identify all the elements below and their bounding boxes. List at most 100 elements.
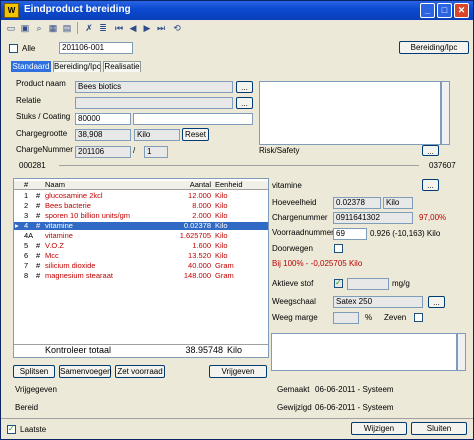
- minimize-icon[interactable]: _: [420, 3, 435, 18]
- product-field[interactable]: Bees biotics: [75, 81, 233, 93]
- col-header-eenheid: Eenheid: [215, 181, 243, 189]
- row-aantal: 0.02378: [183, 222, 211, 230]
- print-icon[interactable]: ▤: [61, 22, 73, 34]
- chargenummer-field[interactable]: 201106: [75, 146, 131, 158]
- chargenummer-label: ChargeNummer: [16, 145, 73, 154]
- row-eenheid: Kilo: [215, 202, 228, 210]
- bereiding-ipc-button[interactable]: Bereiding/Ipc: [399, 41, 469, 54]
- row-aantal: 13.520: [188, 252, 211, 260]
- table-row[interactable]: 8 # magnesium stearaat 148.000 Gram: [14, 272, 268, 280]
- doorwegen-label: Doorwegen: [272, 244, 313, 253]
- wijzigen-button[interactable]: Wijzigen: [351, 422, 407, 435]
- coating-field[interactable]: [133, 113, 253, 125]
- voorraadnummer-field[interactable]: 69: [333, 228, 367, 240]
- tab-realisatie[interactable]: Realisatie: [103, 61, 141, 72]
- relatie-label: Relatie: [16, 96, 41, 105]
- row-marker: [15, 232, 22, 240]
- main-window: W Eindproduct bereiding _ □ ✕ ▭ ▣ ⌕ ▦ ▤ …: [0, 0, 474, 440]
- row-hash: #: [36, 252, 41, 260]
- weegschaal-lookup-button[interactable]: ...: [428, 296, 445, 308]
- voorraadnummer-label: Voorraadnummer: [272, 228, 334, 237]
- row-aantal: 148.000: [183, 272, 211, 280]
- detail-notes-scrollbar[interactable]: [457, 333, 466, 371]
- chargegrootte-field[interactable]: 38,908: [75, 129, 131, 141]
- table-row[interactable]: 7 # silicium dioxide 40.000 Gram: [14, 262, 268, 270]
- row-hash: #: [36, 192, 41, 200]
- hoeveelheid-field[interactable]: 0.02378: [333, 197, 381, 209]
- search-icon[interactable]: ⌕: [33, 22, 45, 34]
- row-hash: #: [36, 222, 41, 230]
- table-row[interactable]: 6 # Mcc 13.520 Kilo: [14, 252, 268, 260]
- table-row[interactable]: 2 # Bees bacterie 8.000 Kilo: [14, 202, 268, 210]
- close-icon[interactable]: ✕: [454, 3, 469, 18]
- weegschaal-field[interactable]: Satex 250: [333, 296, 423, 308]
- alle-label: Alle: [22, 44, 36, 53]
- row-aantal: 8.000: [192, 202, 211, 210]
- chargenummer-sub-field[interactable]: 1: [144, 146, 168, 158]
- prev-record-icon[interactable]: ◀: [127, 22, 139, 34]
- table-row[interactable]: ▸ 4 # vitamine 0.02378 Kilo: [14, 222, 268, 230]
- batch-code-field[interactable]: 201106-001: [59, 42, 133, 54]
- app-logo-icon: W: [4, 3, 19, 18]
- zeven-checkbox[interactable]: [414, 313, 423, 322]
- row-aantal: 1.600: [192, 242, 211, 250]
- row-hash: #: [36, 272, 41, 280]
- tab-bereiding-ipc[interactable]: Bereiding/Ipc: [53, 61, 101, 72]
- samenvoegen-button[interactable]: Samenvoegen: [59, 365, 112, 378]
- detail-more-button[interactable]: ...: [422, 179, 439, 191]
- row-marker: [15, 252, 22, 260]
- detail-notes-panel[interactable]: [271, 333, 457, 371]
- reset-button[interactable]: Reset: [182, 128, 209, 141]
- aktieve-stof-field[interactable]: [347, 278, 389, 290]
- risk-lookup-button[interactable]: ...: [422, 145, 439, 156]
- next-record-icon[interactable]: ▶: [141, 22, 153, 34]
- notes-scrollbar[interactable]: [441, 81, 450, 145]
- weeg-marge-label: Weeg marge: [272, 313, 318, 322]
- stuks-field[interactable]: 80000: [75, 113, 131, 125]
- detail-name: vitamine: [272, 181, 302, 190]
- bottom-divider: [1, 418, 473, 419]
- table-row[interactable]: 5 # V.O.Z 1.600 Kilo: [14, 242, 268, 250]
- gemaakt-label: Gemaakt: [277, 385, 310, 394]
- table-icon[interactable]: ▦: [47, 22, 59, 34]
- vrijgeven-button[interactable]: Vrijgeven: [209, 365, 267, 378]
- title-bar: W Eindproduct bereiding _ □ ✕: [1, 1, 473, 20]
- last-record-icon[interactable]: ⏭: [155, 22, 167, 34]
- table-row[interactable]: 4A vitamine 1.625705 Kilo: [14, 232, 268, 240]
- relatie-field[interactable]: [75, 97, 233, 109]
- aktieve-stof-checkbox[interactable]: [334, 278, 343, 288]
- product-lookup-button[interactable]: ...: [236, 81, 253, 93]
- table-row[interactable]: 1 # glucosamine 2kcl 12.000 Kilo: [14, 192, 268, 200]
- delete-icon[interactable]: ✗: [83, 22, 95, 34]
- notes-panel[interactable]: [259, 81, 441, 145]
- refresh-icon[interactable]: ⟲: [171, 22, 183, 34]
- save-icon[interactable]: ▣: [19, 22, 31, 34]
- row-naam: Mcc: [45, 252, 59, 260]
- doorwegen-checkbox[interactable]: [334, 244, 343, 253]
- toolbar-divider: [77, 22, 78, 34]
- weeg-marge-field[interactable]: [333, 312, 359, 324]
- row-naam: Bees bacterie: [45, 202, 91, 210]
- table-row[interactable]: 3 # sporen 10 billion units/gm 2.000 Kilo: [14, 212, 268, 220]
- splitsen-button[interactable]: Splitsen: [13, 365, 55, 378]
- zeven-label: Zeven: [384, 313, 407, 322]
- row-eenheid: Kilo: [215, 212, 228, 220]
- voorraad-info: 0.926 (-10,163) Kilo: [370, 229, 441, 238]
- relatie-lookup-button[interactable]: ...: [236, 97, 253, 109]
- maximize-icon[interactable]: □: [437, 3, 452, 18]
- alle-checkbox[interactable]: [9, 44, 18, 53]
- sluiten-button[interactable]: Sluiten: [411, 422, 467, 435]
- row-eenheid: Gram: [215, 262, 234, 270]
- list-icon[interactable]: ≣: [97, 22, 109, 34]
- grid-footer: Kontroleer totaal 38.95748 Kilo: [14, 344, 268, 355]
- chargenummer-detail-field[interactable]: 0911641302: [333, 212, 413, 224]
- open-icon[interactable]: ▭: [5, 22, 17, 34]
- row-eenheid: Kilo: [215, 222, 228, 230]
- ingredients-grid[interactable]: # Naam Aantal Eenheid 1 # glucosamine 2kcl…: [13, 178, 269, 358]
- first-record-icon[interactable]: ⏮: [113, 22, 125, 34]
- zet-voorraad-button[interactable]: Zet voorraad: [115, 365, 165, 378]
- footer-label: Kontroleer totaal: [45, 345, 112, 355]
- row-marker: [15, 262, 22, 270]
- laatste-checkbox[interactable]: [7, 424, 16, 434]
- tab-standaard[interactable]: Standaard: [11, 61, 51, 72]
